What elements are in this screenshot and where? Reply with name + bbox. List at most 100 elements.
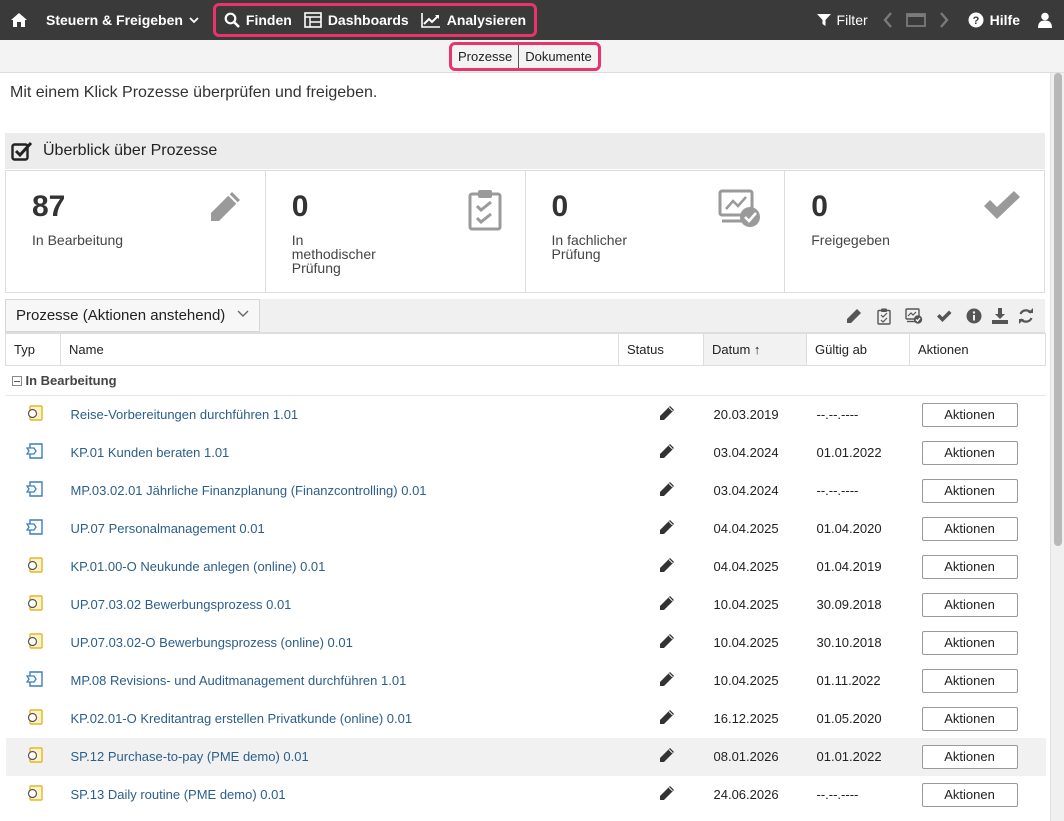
info-button[interactable] <box>959 305 989 327</box>
chevron-left-icon <box>883 12 892 28</box>
forward-button[interactable] <box>932 0 960 40</box>
checkbox-checked-icon <box>11 141 33 161</box>
actions-button[interactable]: Aktionen <box>921 516 1018 541</box>
table-row[interactable]: Reise-Vorbereitungen durchführen 1.01 20.… <box>6 396 1046 434</box>
chevron-right-icon <box>939 12 949 28</box>
table-row[interactable]: UP.07.03.02-O Bewerbungsprozess (online)… <box>6 624 1046 662</box>
process-name-link[interactable]: KP.01.00-O Neukunde anlegen (online) 0.0… <box>61 548 619 586</box>
monitor-check-icon <box>905 308 923 324</box>
valid-from-cell: 01.01.2022 <box>806 737 910 776</box>
actions-button[interactable]: Aktionen <box>921 744 1018 769</box>
tab-dokumente[interactable]: Dokumente <box>518 45 597 68</box>
type-cell <box>5 737 61 776</box>
search-icon <box>224 12 240 28</box>
help-button[interactable]: ? Hilfe <box>960 0 1032 40</box>
date-cell: 10.04.2025 <box>713 673 779 688</box>
module-menu[interactable]: Steuern & Freigeben <box>38 0 209 40</box>
table-row[interactable]: MP.08 Revisions- und Auditmanagement dur… <box>6 662 1046 700</box>
table-row[interactable]: KP.02.01-O Kreditantrag erstellen Privat… <box>6 700 1046 738</box>
status-cell <box>619 396 704 434</box>
home-button[interactable] <box>0 0 32 40</box>
process-name-link[interactable]: UP.07.03.02-O Bewerbungsprozess (online)… <box>61 624 619 662</box>
epc-process-icon <box>27 747 43 763</box>
valid-from-cell: --.--.---- <box>816 483 859 498</box>
group-row[interactable]: In Bearbeitung <box>5 365 1046 396</box>
subject-review-action-button[interactable] <box>899 305 929 327</box>
column-header-status[interactable]: Status <box>618 333 704 366</box>
table-row[interactable]: MP.03.02.01 Jährliche Finanzplanung (Fin… <box>6 472 1046 510</box>
type-cell <box>6 586 61 624</box>
type-cell <box>6 776 61 814</box>
column-header-gueltig-ab[interactable]: Gültig ab <box>806 333 910 366</box>
process-name-link[interactable]: UP.07 Personalmanagement 0.01 <box>61 510 619 548</box>
actions-button[interactable]: Aktionen <box>921 630 1018 655</box>
info-icon <box>966 308 982 324</box>
epc-process-icon <box>27 557 43 573</box>
intro-text: Mit einem Klick Prozesse überprüfen und … <box>10 84 378 101</box>
column-header-typ[interactable]: Typ <box>5 333 61 366</box>
actions-button[interactable]: Aktionen <box>921 782 1018 807</box>
tile-label-line: In fachlicher <box>551 232 627 248</box>
type-cell <box>6 700 61 738</box>
process-name-link[interactable]: Reise-Vorbereitungen durchführen 1.01 <box>61 396 619 434</box>
analysieren-button[interactable]: Analysieren <box>415 6 532 34</box>
page-scrollbar[interactable] <box>1050 73 1064 821</box>
actions-button[interactable]: Aktionen <box>921 554 1018 579</box>
process-name-link[interactable]: SP.13 Daily routine (PME demo) 0.01 <box>61 776 619 814</box>
edit-action-button[interactable] <box>839 305 869 327</box>
refresh-button[interactable] <box>1011 305 1041 327</box>
collapse-icon[interactable] <box>11 376 22 386</box>
page-scrollbar-thumb[interactable] <box>1054 73 1062 546</box>
tile-fachliche-pruefung[interactable]: 0 In fachlicher Prüfung <box>526 171 786 292</box>
window-button[interactable] <box>900 0 932 40</box>
dashboard-icon <box>304 12 322 28</box>
dashboards-label: Dashboards <box>327 12 409 28</box>
tile-label-line: In <box>291 232 304 248</box>
filter-button[interactable]: Filter <box>809 0 876 40</box>
user-button[interactable] <box>1032 0 1064 40</box>
chevron-down-icon <box>237 310 249 317</box>
actions-button[interactable]: Aktionen <box>921 402 1018 427</box>
table-row[interactable]: KP.01.00-O Neukunde anlegen (online) 0.0… <box>6 548 1046 586</box>
table-row[interactable]: SP.13 Daily routine (PME demo) 0.01 24.06… <box>6 776 1046 814</box>
download-button[interactable] <box>989 305 1011 327</box>
tab-prozesse[interactable]: Prozesse <box>452 45 518 68</box>
column-header-aktionen[interactable]: Aktionen <box>909 333 1046 366</box>
process-name-link[interactable]: UP.07.03.02 Bewerbungsprozess 0.01 <box>61 586 619 624</box>
process-name-link[interactable]: KP.02.01-O Kreditantrag erstellen Privat… <box>61 700 619 738</box>
date-cell: 10.04.2025 <box>713 635 779 650</box>
back-button[interactable] <box>876 0 900 40</box>
tile-in-bearbeitung[interactable]: 87 In Bearbeitung <box>6 171 266 292</box>
tile-label: In fachlicher Prüfung <box>552 233 785 261</box>
process-name-link[interactable]: KP.01 Kunden beraten 1.01 <box>61 434 619 472</box>
view-dropdown[interactable]: Prozesse (Aktionen anstehend) <box>5 299 260 332</box>
home-icon <box>11 13 27 27</box>
actions-button[interactable]: Aktionen <box>921 668 1018 693</box>
actions-button[interactable]: Aktionen <box>921 478 1018 503</box>
tile-methodische-pruefung[interactable]: 0 In methodischer Prüfung <box>266 171 526 292</box>
column-header-datum[interactable]: Datum ↑ <box>703 333 807 366</box>
table-row[interactable]: UP.07 Personalmanagement 0.01 04.04.2025 0… <box>6 510 1046 548</box>
process-name-link[interactable]: SP.12 Purchase-to-pay (PME demo) 0.01 <box>60 737 619 776</box>
tile-freigegeben[interactable]: 0 Freigegeben <box>785 171 1044 292</box>
finden-button[interactable]: Finden <box>218 6 298 34</box>
process-name-link[interactable]: MP.03.02.01 Jährliche Finanzplanung (Fin… <box>61 472 619 510</box>
table-row[interactable]: KP.01 Kunden beraten 1.01 03.04.2024 01.01… <box>6 434 1046 472</box>
actions-button[interactable]: Aktionen <box>921 592 1018 617</box>
process-name-link[interactable]: MP.08 Revisions- und Auditmanagement dur… <box>61 662 619 700</box>
table-row[interactable]: SP.12 Purchase-to-pay (PME demo) 0.01 08.… <box>5 737 1046 776</box>
method-review-action-button[interactable] <box>869 305 899 327</box>
pencil-icon <box>660 672 674 686</box>
dashboards-button[interactable]: Dashboards <box>298 6 415 34</box>
actions-button[interactable]: Aktionen <box>921 706 1018 731</box>
epc-process-icon <box>27 405 43 421</box>
tile-label: Freigegeben <box>811 232 890 248</box>
pencil-icon <box>210 192 240 221</box>
column-header-name[interactable]: Name <box>60 333 619 366</box>
chevron-down-icon <box>189 16 199 23</box>
date-cell: 04.04.2025 <box>713 521 779 536</box>
approve-action-button[interactable] <box>929 305 959 327</box>
list-actions <box>839 305 1041 327</box>
actions-button[interactable]: Aktionen <box>921 440 1018 465</box>
table-row[interactable]: UP.07.03.02 Bewerbungsprozess 0.01 10.04.… <box>6 586 1046 624</box>
